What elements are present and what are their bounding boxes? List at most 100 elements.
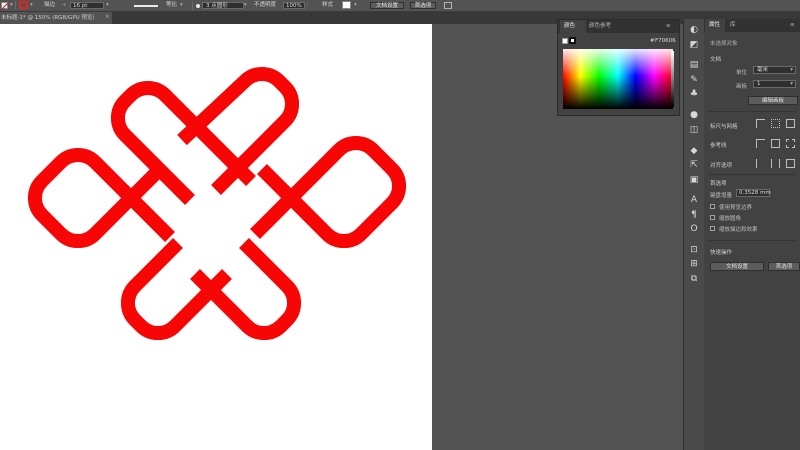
properties-panel-tabs: 属性 库 ≡ bbox=[704, 19, 800, 32]
rulers-icon[interactable] bbox=[756, 119, 765, 128]
stroke-weight-field[interactable]: 16 pt bbox=[70, 2, 104, 9]
tab-properties[interactable]: 属性 bbox=[705, 19, 725, 32]
brush-dot-icon bbox=[196, 4, 200, 8]
panel-menu-icon[interactable]: ≡ bbox=[666, 20, 671, 33]
divider bbox=[192, 1, 193, 10]
symbols-icon[interactable]: ♣ bbox=[689, 89, 699, 99]
tab-color[interactable]: 颜色 bbox=[560, 20, 586, 33]
keyboard-increment-field[interactable]: 0.3528 mm bbox=[736, 189, 771, 197]
opacity-dropdown-icon[interactable]: › bbox=[306, 2, 308, 9]
fill-dropdown-icon[interactable]: ▾ bbox=[10, 2, 13, 9]
divider bbox=[708, 240, 796, 241]
brush-dropdown-icon[interactable]: ▾ bbox=[244, 2, 247, 9]
links-icon[interactable]: ▣ bbox=[689, 175, 699, 185]
guides-label: 参考线 bbox=[710, 143, 727, 149]
close-tab-icon[interactable]: × bbox=[105, 14, 110, 20]
graphic-styles-icon[interactable]: ◫ bbox=[689, 125, 699, 135]
color-guide-icon[interactable]: ◩ bbox=[689, 40, 699, 50]
quick-actions-label: 快速操作 bbox=[710, 250, 733, 256]
stroke-weight-dropdown-icon[interactable]: ▾ bbox=[106, 2, 109, 9]
document-tab-title: 未标题-1* @ 150% (RGB/GPU 预览) bbox=[1, 15, 95, 21]
stroke-profile-label: 等比 bbox=[166, 2, 178, 8]
preferences-section-label: 首选项 bbox=[710, 181, 727, 187]
pathfinder-icon[interactable]: ⧉ bbox=[689, 274, 699, 284]
hex-field[interactable]: F70606 bbox=[655, 38, 676, 44]
use-preview-bounds-label: 使用预览边界 bbox=[719, 205, 753, 211]
transform-icon[interactable] bbox=[444, 2, 452, 9]
rulers-grids-label: 标尺与网格 bbox=[710, 124, 738, 130]
stroke-label: 描边 bbox=[44, 2, 56, 8]
knot-paths[interactable] bbox=[27, 66, 407, 341]
grid-icon[interactable] bbox=[771, 119, 780, 128]
align-center-icon[interactable] bbox=[771, 159, 780, 168]
units-value: 毫米 bbox=[757, 67, 769, 73]
color-panel-tabs: 颜色 颜色参考 ≡ bbox=[558, 20, 679, 33]
scale-corners-label: 缩放圆角 bbox=[719, 216, 742, 222]
use-preview-bounds-checkbox[interactable] bbox=[710, 204, 715, 209]
variable-width-profile[interactable] bbox=[134, 5, 158, 7]
layers-icon[interactable]: ◆ bbox=[689, 146, 699, 156]
units-select[interactable]: 毫米 ▾ bbox=[753, 66, 796, 74]
align-to-artboard-icon[interactable] bbox=[786, 159, 795, 168]
color-panel-icon[interactable]: ◐ bbox=[689, 25, 699, 35]
divider bbox=[708, 174, 796, 175]
swatches-icon[interactable]: ▤ bbox=[689, 60, 699, 70]
paragraph-icon[interactable]: ¶ bbox=[689, 210, 699, 220]
doc-setup-button[interactable]: 文档设置 bbox=[370, 2, 404, 9]
scale-strokes-label: 缩放描边和效果 bbox=[719, 227, 758, 233]
export-icon[interactable]: ⇱ bbox=[689, 160, 699, 170]
no-selection-label: 未选择对象 bbox=[710, 41, 738, 47]
lock-guides-icon[interactable] bbox=[771, 139, 780, 148]
opacity-label: 不透明度 bbox=[254, 2, 277, 8]
fill-color-swatch[interactable] bbox=[562, 38, 568, 44]
spectrum-black-white-strip[interactable] bbox=[671, 51, 674, 107]
opentype-icon[interactable]: O bbox=[689, 224, 699, 234]
knot-bottom-right-lobe[interactable] bbox=[190, 238, 302, 341]
chevron-down-icon: ▾ bbox=[790, 81, 793, 87]
document-section-label: 文档 bbox=[710, 57, 722, 63]
character-icon[interactable]: A bbox=[689, 195, 699, 205]
keyboard-increment-label: 键盘增量 bbox=[710, 193, 733, 199]
units-label: 单位 bbox=[736, 70, 748, 76]
brushes-icon[interactable]: ✎ bbox=[689, 75, 699, 85]
fill-swatch[interactable] bbox=[1, 2, 8, 9]
brush-definition-field[interactable]: 3 点圆形 bbox=[202, 2, 244, 9]
appearance-icon[interactable]: ● bbox=[689, 110, 699, 120]
preferences-quick-button[interactable]: 首选项 bbox=[768, 262, 800, 271]
panel-menu-icon[interactable]: ≡ bbox=[790, 19, 795, 32]
stroke-swatch[interactable] bbox=[19, 1, 28, 9]
edit-artboards-button[interactable]: 编辑画板 bbox=[748, 96, 798, 105]
smart-guides-icon[interactable] bbox=[786, 139, 795, 148]
transform-panel-icon[interactable]: ⊡ bbox=[689, 245, 699, 255]
artboard bbox=[0, 24, 432, 450]
opacity-field[interactable]: 100% bbox=[283, 2, 305, 9]
preferences-button[interactable]: 首选项 bbox=[410, 2, 436, 9]
style-dropdown-icon[interactable]: ▾ bbox=[354, 2, 357, 9]
show-guides-icon[interactable] bbox=[756, 139, 765, 148]
stroke-stepper-icon[interactable]: ÷ bbox=[62, 2, 67, 9]
hex-symbol: # bbox=[650, 38, 655, 44]
stroke-dropdown-icon[interactable]: ▾ bbox=[30, 2, 33, 9]
doc-setup-quick-button[interactable]: 文档设置 bbox=[710, 262, 764, 271]
align-panel-icon[interactable]: ⊞ bbox=[689, 259, 699, 269]
document-tab[interactable]: 未标题-1* @ 150% (RGB/GPU 预览) bbox=[0, 12, 112, 24]
color-spectrum[interactable] bbox=[563, 49, 673, 109]
knot-top-right-lobe[interactable] bbox=[177, 66, 300, 195]
align-left-icon[interactable] bbox=[756, 159, 765, 168]
scale-strokes-checkbox[interactable] bbox=[710, 226, 715, 231]
stroke-color-swatch[interactable] bbox=[569, 37, 576, 44]
chevron-down-icon: ▾ bbox=[790, 67, 793, 73]
tab-libraries[interactable]: 库 bbox=[730, 19, 736, 32]
properties-panel: 属性 库 ≡ 未选择对象 文档 单位 毫米 ▾ 画板 1 ▾ 编辑画板 标尺与网格 … bbox=[704, 19, 800, 450]
tab-color-guide[interactable]: 颜色参考 bbox=[589, 20, 611, 33]
document-tab-bar bbox=[0, 12, 800, 24]
transparency-grid-icon[interactable] bbox=[786, 119, 795, 128]
chinese-knot-artwork[interactable] bbox=[0, 24, 432, 450]
scale-corners-checkbox[interactable] bbox=[710, 215, 715, 220]
style-label: 样式 bbox=[322, 2, 334, 8]
graphic-style-swatch[interactable] bbox=[342, 1, 351, 9]
artboard-select[interactable]: 1 ▾ bbox=[753, 80, 796, 88]
color-panel: 颜色 颜色参考 ≡ # F70606 bbox=[557, 19, 680, 116]
profile-dropdown-icon[interactable]: ▾ bbox=[180, 2, 183, 9]
knot-right-lobe[interactable] bbox=[250, 135, 407, 249]
